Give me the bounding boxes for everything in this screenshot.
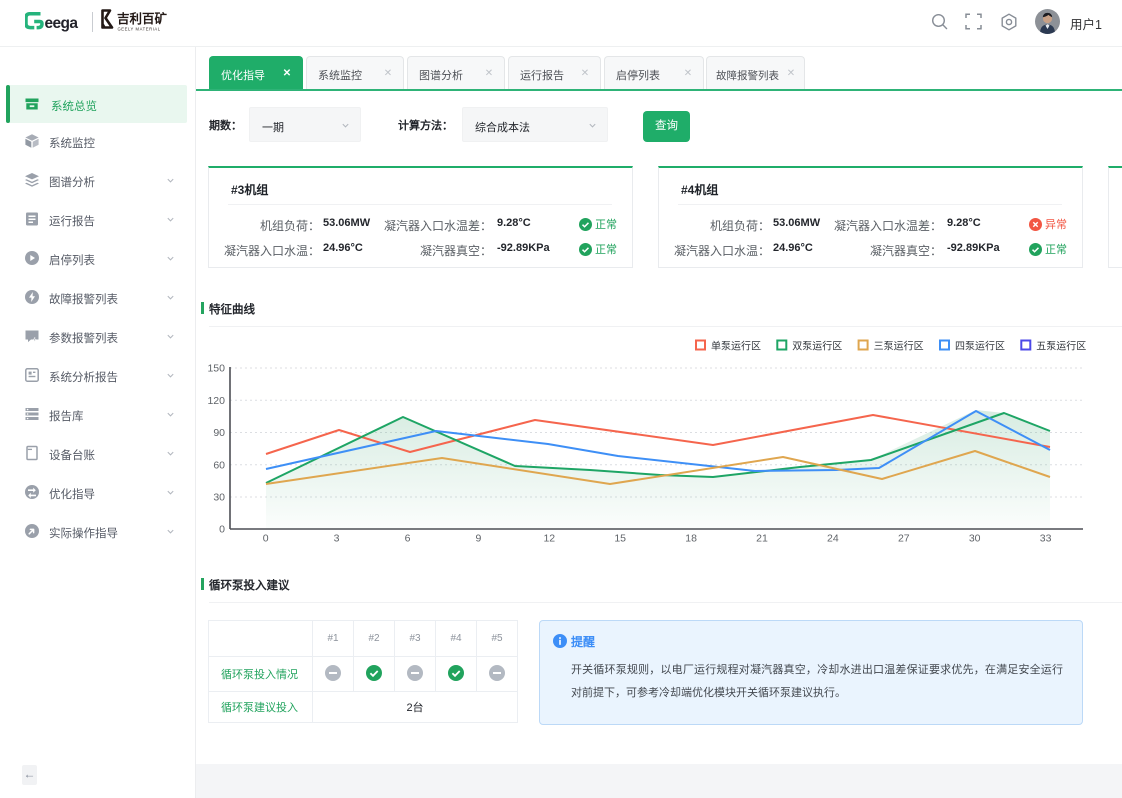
svg-text:0: 0: [219, 524, 225, 536]
svg-text:30: 30: [213, 492, 225, 504]
svg-text:单泵运行区: 单泵运行区: [711, 340, 761, 353]
svg-text:五泵运行区: 五泵运行区: [1036, 340, 1086, 353]
svg-text:150: 150: [207, 363, 225, 375]
svg-text:60: 60: [213, 459, 225, 471]
svg-text:27: 27: [898, 533, 910, 545]
svg-text:6: 6: [405, 533, 411, 545]
svg-text:GEELY MATERIAL: GEELY MATERIAL: [118, 27, 161, 32]
svg-text:3: 3: [334, 533, 340, 545]
svg-text:eega: eega: [45, 15, 79, 32]
svg-text:双泵运行区: 双泵运行区: [792, 340, 842, 353]
svg-text:18: 18: [685, 533, 697, 545]
svg-text:33: 33: [1040, 533, 1052, 545]
svg-text:120: 120: [207, 395, 225, 407]
svg-text:12: 12: [543, 533, 555, 545]
svg-text:21: 21: [756, 533, 768, 545]
svg-text:90: 90: [213, 427, 225, 439]
svg-text:四泵运行区: 四泵运行区: [955, 340, 1005, 353]
svg-text:吉利百矿: 吉利百矿: [117, 11, 168, 26]
svg-text:24: 24: [827, 533, 839, 545]
svg-text:30: 30: [969, 533, 981, 545]
svg-text:三泵运行区: 三泵运行区: [874, 340, 924, 353]
svg-text:9: 9: [475, 533, 481, 545]
svg-text:15: 15: [614, 533, 626, 545]
svg-text:0: 0: [263, 533, 269, 545]
